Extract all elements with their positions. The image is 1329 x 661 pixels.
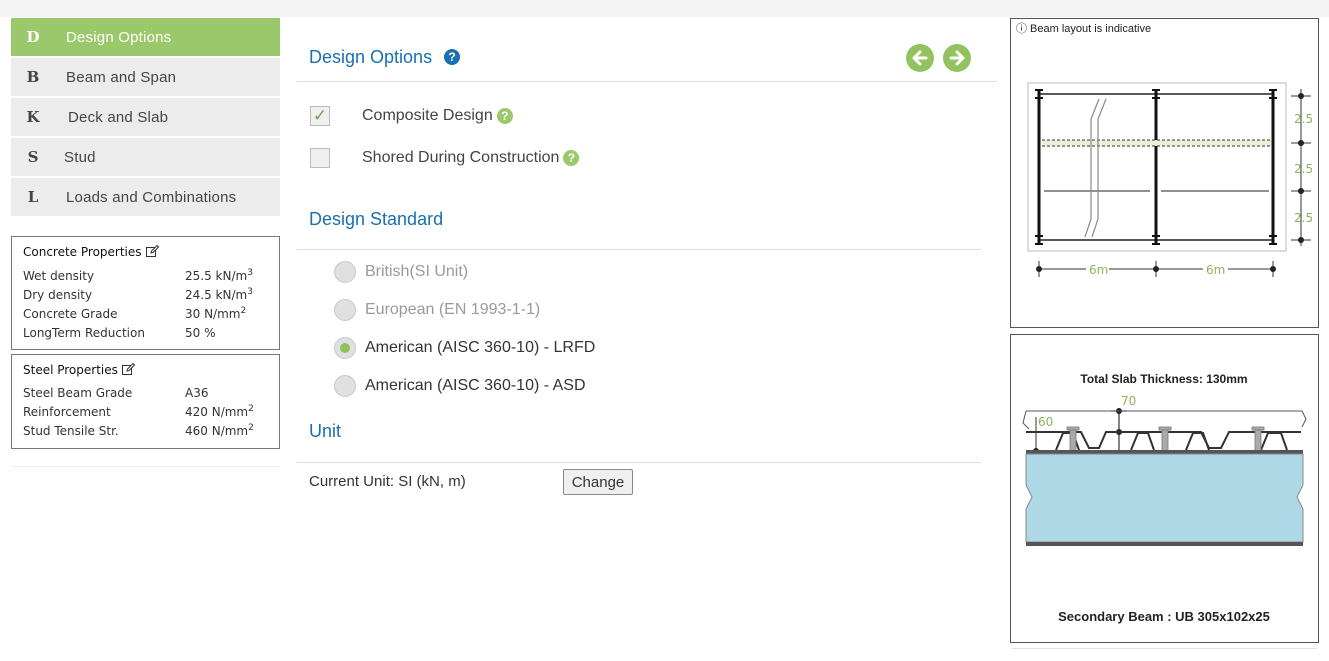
standard-british-option[interactable]: British(SI Unit) (334, 261, 468, 283)
help-icon[interactable]: ? (563, 150, 580, 166)
concrete-row-wet-density: Wet density 25.5 kN/m3 (12, 266, 279, 285)
prop-value: A36 (185, 386, 209, 400)
nav-label: Loads and Combinations (66, 188, 237, 206)
nav-item-beam-and-span[interactable]: B Beam and Span (11, 58, 280, 96)
nav-label: Beam and Span (66, 68, 177, 86)
prop-value: 30 N/mm2 (185, 306, 247, 321)
concrete-row-longterm-reduction: LongTerm Reduction 50 % (12, 323, 279, 342)
nav-label: Stud (64, 148, 96, 166)
slab-section-panel: Total Slab Thickness: 130mm 70 60 Second… (1010, 334, 1319, 643)
span-label: 6m (1206, 263, 1225, 277)
slab-thickness-title: Total Slab Thickness: 130mm (1080, 372, 1247, 386)
concrete-properties-panel: Concrete Properties Wet density 25.5 kN/m… (11, 236, 280, 350)
prop-value: 24.5 kN/m3 (185, 287, 253, 302)
prop-value: 460 N/mm2 (185, 423, 254, 438)
spacing-label: 2.5 (1294, 211, 1313, 225)
unit-heading: Unit (309, 421, 342, 441)
nav-letter: S (27, 148, 39, 166)
standard-divider (297, 249, 981, 250)
radio-button-selected[interactable] (334, 337, 356, 359)
radio-label: American (AISC 360-10) - ASD (365, 377, 586, 394)
prop-label: Steel Beam Grade (23, 385, 133, 400)
prop-label: Dry density (23, 287, 93, 302)
nav-letter: D (26, 28, 40, 46)
help-icon[interactable]: ? (444, 49, 461, 65)
arrow-right-icon (949, 50, 965, 66)
prop-label: Wet density (23, 268, 95, 283)
shored-construction-label: Shored During Construction (362, 149, 560, 166)
span-label: 6m (1089, 263, 1108, 277)
nav-item-deck-and-slab[interactable]: K Deck and Slab (11, 98, 280, 136)
nav-label: Design Options (66, 28, 172, 46)
steel-title-text: Steel Properties (23, 363, 118, 377)
concrete-title-text: Concrete Properties (23, 245, 142, 259)
change-unit-button[interactable]: Change (563, 469, 633, 495)
nav-item-loads-and-combinations[interactable]: L Loads and Combinations (11, 178, 280, 216)
spacing-label: 2.5 (1294, 162, 1313, 176)
radio-button[interactable] (334, 299, 356, 321)
steel-row-beam-grade: Steel Beam Grade A36 (12, 383, 279, 402)
page-title: Design Options? (309, 47, 461, 68)
nav-item-design-options[interactable]: D Design Options (11, 18, 280, 56)
steel-row-stud-tensile: Stud Tensile Str. 460 N/mm2 (12, 421, 279, 440)
design-standard-heading: Design Standard (309, 209, 444, 229)
slab-section-diagram: Total Slab Thickness: 130mm 70 60 Second… (1022, 372, 1307, 624)
prop-value: 420 N/mm2 (185, 404, 254, 419)
concrete-properties-title: Concrete Properties (12, 237, 279, 260)
standard-aisc-asd-option[interactable]: American (AISC 360-10) - ASD (334, 375, 586, 397)
shored-construction-checkbox[interactable] (310, 148, 330, 168)
steel-properties-title: Steel Properties (12, 355, 279, 378)
prop-label: Concrete Grade (23, 306, 118, 321)
standard-european-option[interactable]: European (EN 1993-1-1) (334, 299, 540, 321)
radio-label: European (EN 1993-1-1) (365, 301, 541, 318)
help-icon[interactable]: ? (496, 108, 513, 124)
dim-side-label: 60 (1038, 415, 1053, 429)
concrete-row-dry-density: Dry density 24.5 kN/m3 (12, 285, 279, 304)
dim-top-label: 70 (1121, 394, 1136, 408)
radio-button[interactable] (334, 375, 356, 397)
steel-properties-panel: Steel Properties Steel Beam Grade A36 Rei… (11, 354, 280, 449)
spacing-label: 2.5 (1294, 112, 1313, 126)
concrete-row-grade: Concrete Grade 30 N/mm2 (12, 304, 279, 323)
arrow-left-icon (912, 50, 928, 66)
beam-layout-panel: ⓘ Beam layout is indicative 2.5 2.5 2.5 … (1010, 18, 1319, 328)
steel-row-reinforcement: Reinforcement 420 N/mm2 (12, 402, 279, 421)
nav-letter: B (26, 68, 40, 86)
nav-letter: K (26, 108, 40, 126)
prop-label: Reinforcement (23, 404, 111, 419)
left-bottom-divider (11, 466, 280, 467)
previous-button[interactable] (906, 44, 934, 72)
prop-label: LongTerm Reduction (23, 325, 145, 340)
radio-button[interactable] (334, 261, 356, 283)
step-nav: D Design Options B Beam and Span K Deck … (11, 18, 280, 218)
current-unit-text: Current Unit: SI (kN, m) (309, 473, 466, 490)
edit-icon[interactable] (145, 244, 159, 260)
composite-design-checkbox[interactable]: ✓ (310, 106, 330, 126)
edit-icon[interactable] (121, 362, 136, 378)
beam-layout-diagram: 2.5 2.5 2.5 6m 6m (1027, 82, 1313, 277)
page-title-text: Design Options (309, 47, 433, 67)
shored-construction-option: Shored During Construction ? (310, 148, 580, 168)
nav-item-stud[interactable]: S Stud (11, 138, 280, 176)
composite-design-option: ✓ Composite Design ? (310, 106, 513, 126)
nav-letter: L (27, 188, 39, 206)
prop-value: 25.5 kN/m3 (185, 268, 253, 283)
prop-label: Stud Tensile Str. (23, 423, 119, 438)
standard-aisc-lrfd-option[interactable]: American (AISC 360-10) - LRFD (334, 337, 595, 359)
title-divider (297, 81, 997, 82)
top-strip (0, 0, 1329, 17)
secondary-beam-label: Secondary Beam : UB 305x102x25 (1058, 609, 1270, 624)
radio-label: British(SI Unit) (365, 263, 469, 280)
next-button[interactable] (943, 44, 971, 72)
prop-value: 50 % (185, 326, 216, 340)
right-bottom-divider (1012, 648, 1317, 649)
radio-label: American (AISC 360-10) - LRFD (365, 339, 596, 356)
nav-label: Deck and Slab (68, 108, 169, 126)
composite-design-label: Composite Design (362, 107, 493, 124)
unit-divider (297, 462, 981, 463)
